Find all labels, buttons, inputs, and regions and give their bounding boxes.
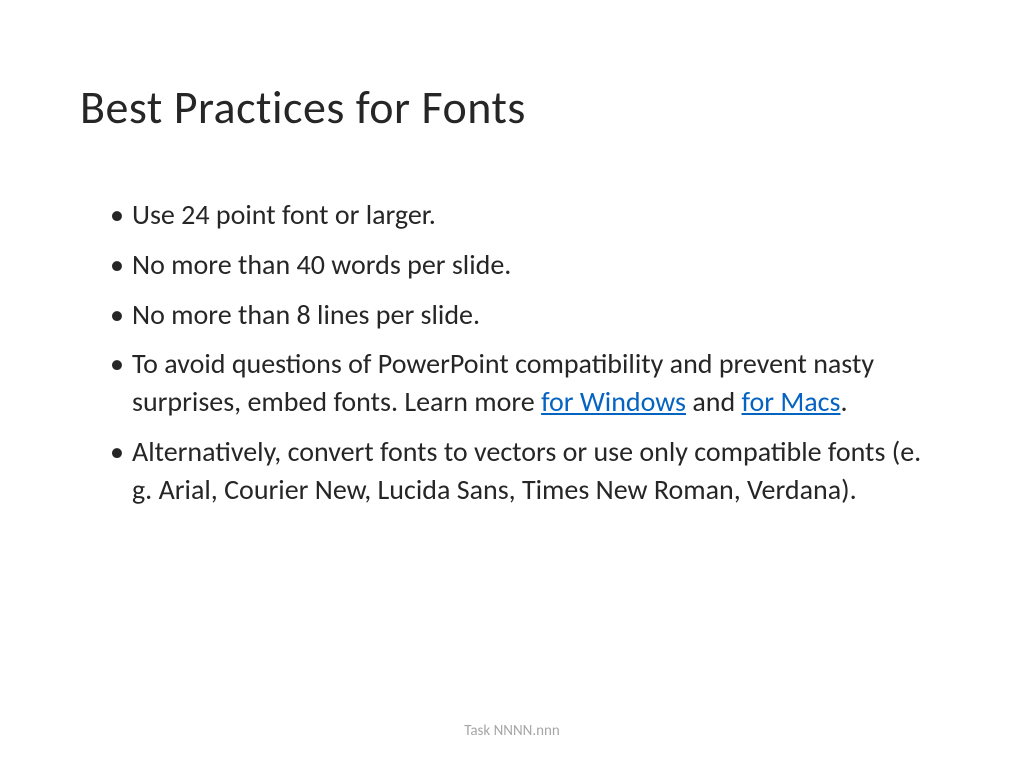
- text-run: .: [840, 384, 847, 419]
- slide: Best Practices for Fonts Use 24 point fo…: [0, 0, 1024, 768]
- hyperlink[interactable]: for Windows: [541, 384, 686, 419]
- bullet-item: To avoid questions of PowerPoint compati…: [110, 345, 944, 421]
- bullet-item: Use 24 point font or larger.: [110, 196, 944, 234]
- text-run: and: [686, 384, 742, 419]
- bullet-item: No more than 8 lines per slide.: [110, 296, 944, 334]
- slide-title: Best Practices for Fonts: [80, 80, 944, 136]
- footer-text: Task NNNN.nnn: [0, 722, 1024, 740]
- hyperlink[interactable]: for Macs: [742, 384, 841, 419]
- bullet-item: Alternatively, convert fonts to vectors …: [110, 433, 944, 509]
- bullet-list: Use 24 point font or larger. No more than…: [80, 196, 944, 509]
- bullet-item: No more than 40 words per slide.: [110, 246, 944, 284]
